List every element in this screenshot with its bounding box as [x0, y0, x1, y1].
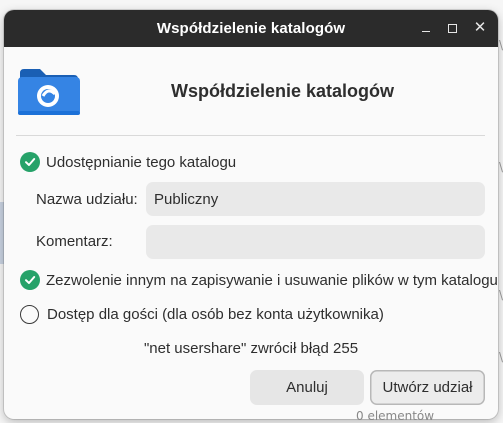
checkmark-icon: [20, 270, 40, 290]
dialog-heading: Współdzielenie katalogów: [171, 81, 395, 101]
create-share-button[interactable]: Utwórz udział: [370, 370, 485, 405]
minimize-icon: [422, 31, 430, 33]
cancel-button[interactable]: Anuluj: [250, 370, 364, 405]
error-status-message: "net usershare" zwrócił błąd 255: [143, 340, 359, 357]
unchecked-circle-icon: [20, 304, 39, 324]
share-name-input[interactable]: [146, 182, 485, 216]
background-text-fragment: 0 elementów: [356, 409, 435, 423]
maximize-icon: [447, 24, 457, 34]
guest-access-label: Dostęp dla gości (dla osób bez konta uży…: [47, 305, 384, 323]
close-button[interactable]: ✕: [470, 18, 490, 38]
allow-write-label: Zezwolenie innym na zapisywanie i usuwan…: [46, 271, 498, 289]
share-folder-checkbox[interactable]: Udostępnianie tego katalogu: [20, 151, 236, 173]
background-glyph: \: [498, 38, 503, 52]
share-folder-label: Udostępnianie tego katalogu: [46, 153, 237, 171]
close-icon: ✕: [473, 19, 487, 36]
background-glyph: \: [498, 288, 503, 302]
share-dialog: Współdzielenie katalogów ✕ Współdzieleni…: [4, 10, 498, 419]
background-glyph: \: [498, 160, 503, 174]
comment-input[interactable]: [146, 225, 485, 259]
titlebar[interactable]: Współdzielenie katalogów ✕: [4, 10, 498, 47]
allow-write-checkbox[interactable]: Zezwolenie innym na zapisywanie i usuwan…: [20, 269, 498, 291]
checkmark-icon: [20, 152, 40, 172]
share-name-label: Nazwa udziału:: [36, 191, 138, 208]
comment-label: Komentarz:: [36, 233, 113, 250]
folder-share-icon: [18, 69, 80, 115]
minimize-button[interactable]: [416, 18, 436, 38]
maximize-button[interactable]: [442, 18, 462, 38]
background-glyph: \: [498, 350, 503, 364]
guest-access-checkbox[interactable]: Dostęp dla gości (dla osób bez konta uży…: [20, 303, 384, 325]
separator: [16, 135, 485, 136]
